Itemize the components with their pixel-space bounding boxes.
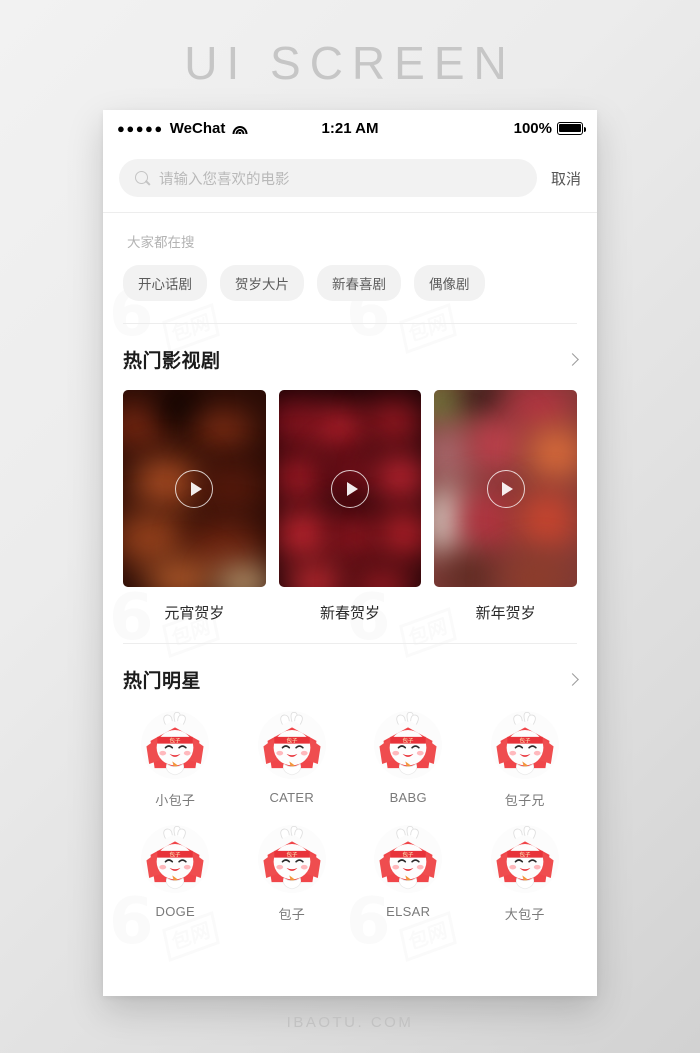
hot-shows-header: 热门影视剧 <box>103 324 597 373</box>
star-name: CATER <box>269 790 315 805</box>
hot-shows-card-list: 元宵贺岁 新春贺岁 新年贺岁 <box>103 373 597 623</box>
page-title: UI SCREEN <box>184 37 516 89</box>
show-caption: 新春贺岁 <box>320 605 381 622</box>
play-icon[interactable] <box>331 469 369 508</box>
status-bar-time: 1:21 AM <box>321 119 379 137</box>
star-name: DOGE <box>155 904 195 919</box>
star-item[interactable]: 包子 包子 <box>234 825 351 923</box>
page-footer: IBAOTU. COM <box>286 1014 414 1031</box>
show-card[interactable]: 新年贺岁 <box>434 390 578 623</box>
hot-search-label: 大家都在搜 <box>127 235 195 250</box>
search-bar: 请输入您喜欢的电影 取消 <box>103 146 597 212</box>
star-item[interactable]: 包子 DOGE <box>117 825 234 923</box>
mascot-avatar: 包子 <box>257 711 326 779</box>
star-item[interactable]: 包子 小包子 <box>117 711 234 809</box>
show-card[interactable]: 新春贺岁 <box>278 390 422 623</box>
hot-shows-title: 热门影视剧 <box>123 351 221 372</box>
hot-stars-grid: 包子 小包子 包子 CATER 包子 BABG 包子 包子兄 包子 DOGE 包… <box>103 693 597 923</box>
search-icon <box>135 170 150 186</box>
search-placeholder: 请输入您喜欢的电影 <box>159 171 290 188</box>
play-icon[interactable] <box>486 469 525 508</box>
battery-full-icon <box>557 121 587 135</box>
mascot-avatar: 包子 <box>141 711 210 779</box>
star-item[interactable]: 包子 包子兄 <box>467 711 584 809</box>
mascot-avatar: 包子 <box>374 711 443 779</box>
star-item[interactable]: 包子 BABG <box>350 711 467 809</box>
star-name: 包子兄 <box>504 793 545 808</box>
chevron-right-icon[interactable] <box>566 673 579 686</box>
cancel-button[interactable]: 取消 <box>551 168 581 189</box>
hot-search-tag[interactable]: 开心话剧 <box>123 265 207 301</box>
star-name: 大包子 <box>504 907 545 922</box>
star-item[interactable]: 包子 大包子 <box>467 825 584 923</box>
hot-search-tag-list: 开心话剧 贺岁大片 新春喜剧 偶像剧 <box>123 251 577 323</box>
phone-frame: 6包网 6包网 6包网 6包网 6包网 6包网 ●●●●● WeChat 1:2… <box>103 110 597 996</box>
mascot-avatar: 包子 <box>141 825 210 893</box>
chevron-right-icon[interactable] <box>566 353 579 366</box>
hot-search-tag[interactable]: 新春喜剧 <box>317 265 401 301</box>
status-bar: ●●●●● WeChat 1:21 AM 100% <box>103 110 597 146</box>
show-thumbnail <box>123 390 266 587</box>
star-name: 包子 <box>278 907 306 922</box>
show-caption: 元宵贺岁 <box>164 605 225 622</box>
mascot-avatar: 包子 <box>374 825 443 893</box>
search-input[interactable]: 请输入您喜欢的电影 <box>119 159 537 197</box>
star-name: ELSAR <box>386 904 431 919</box>
play-icon[interactable] <box>175 469 214 508</box>
show-thumbnail <box>278 390 422 587</box>
show-caption: 新年贺岁 <box>475 605 536 622</box>
star-name: BABG <box>389 790 427 805</box>
mascot-avatar: 包子 <box>490 711 559 779</box>
hot-search-tag[interactable]: 偶像剧 <box>414 265 485 301</box>
mascot-avatar: 包子 <box>257 825 326 893</box>
hot-stars-header: 热门明星 <box>103 644 597 693</box>
show-thumbnail <box>434 390 578 587</box>
hot-search-section: 大家都在搜 开心话剧 贺岁大片 新春喜剧 偶像剧 <box>103 213 597 323</box>
star-name: 小包子 <box>155 793 196 808</box>
show-card[interactable]: 元宵贺岁 <box>123 390 266 623</box>
star-item[interactable]: 包子 CATER <box>234 711 351 809</box>
star-item[interactable]: 包子 ELSAR <box>350 825 467 923</box>
hot-search-tag[interactable]: 贺岁大片 <box>220 265 304 301</box>
hot-stars-title: 热门明星 <box>123 671 202 692</box>
mascot-avatar: 包子 <box>490 825 559 893</box>
